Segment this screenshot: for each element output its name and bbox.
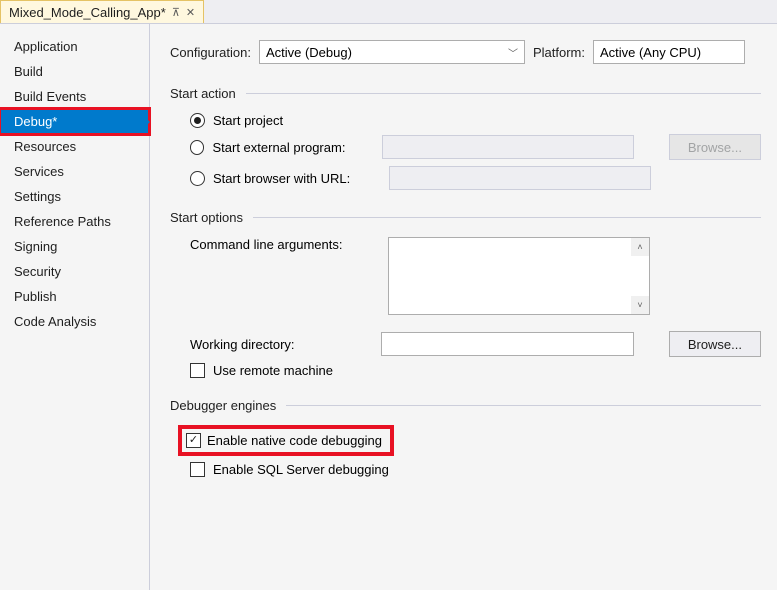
browser-url-field[interactable] [389, 166, 651, 190]
native-debugging-label: Enable native code debugging [207, 433, 382, 448]
platform-dropdown[interactable]: Active (Any CPU) [593, 40, 745, 64]
workdir-label: Working directory: [190, 337, 373, 352]
start-project-label: Start project [213, 113, 283, 128]
native-debugging-checkbox[interactable] [186, 433, 201, 448]
start-external-label: Start external program: [212, 140, 373, 155]
sidebar-item-services[interactable]: Services [0, 159, 149, 184]
sidebar-item-build-events[interactable]: Build Events [0, 84, 149, 109]
sidebar-item-security[interactable]: Security [0, 259, 149, 284]
close-icon[interactable]: ✕ [186, 6, 195, 19]
platform-label: Platform: [533, 45, 585, 60]
start-browser-label: Start browser with URL: [213, 171, 381, 186]
cmdline-textarea[interactable]: ˄ ˅ [388, 237, 650, 315]
external-program-field[interactable] [382, 135, 634, 159]
pin-icon[interactable]: ⊼ [172, 6, 180, 19]
sidebar-item-reference-paths[interactable]: Reference Paths [0, 209, 149, 234]
browse-external-button[interactable]: Browse... [669, 134, 761, 160]
divider [246, 93, 761, 94]
sidebar-item-application[interactable]: Application [0, 34, 149, 59]
sidebar-item-settings[interactable]: Settings [0, 184, 149, 209]
sidebar-item-debug[interactable]: Debug* [0, 109, 149, 134]
start-browser-radio[interactable] [190, 171, 205, 186]
document-tab-bar: Mixed_Mode_Calling_App* ⊼ ✕ [0, 0, 777, 24]
sidebar-item-build[interactable]: Build [0, 59, 149, 84]
sql-debugging-checkbox[interactable] [190, 462, 205, 477]
configuration-label: Configuration: [170, 45, 251, 60]
browse-workdir-button[interactable]: Browse... [669, 331, 761, 357]
tab-title: Mixed_Mode_Calling_App* [9, 5, 166, 20]
chevron-down-icon: ﹀ [508, 45, 518, 60]
native-debugging-highlight: Enable native code debugging [178, 425, 394, 456]
remote-machine-label: Use remote machine [213, 363, 333, 378]
divider [253, 217, 761, 218]
platform-value: Active (Any CPU) [600, 45, 701, 60]
workdir-field[interactable] [381, 332, 634, 356]
document-tab[interactable]: Mixed_Mode_Calling_App* ⊼ ✕ [0, 0, 204, 23]
start-project-radio[interactable] [190, 113, 205, 128]
start-action-header: Start action [170, 86, 236, 101]
configuration-value: Active (Debug) [266, 45, 352, 60]
scroll-down-icon[interactable]: ˅ [631, 296, 649, 314]
remote-machine-checkbox[interactable] [190, 363, 205, 378]
sql-debugging-label: Enable SQL Server debugging [213, 462, 389, 477]
sidebar-item-resources[interactable]: Resources [0, 134, 149, 159]
cmdline-label: Command line arguments: [190, 237, 380, 252]
debug-property-page: Configuration: Active (Debug) ﹀ Platform… [150, 24, 777, 590]
scroll-up-icon[interactable]: ˄ [631, 238, 649, 256]
property-pages-sidebar: Application Build Build Events Debug* Re… [0, 24, 150, 590]
start-options-header: Start options [170, 210, 243, 225]
debugger-engines-header: Debugger engines [170, 398, 276, 413]
sidebar-item-code-analysis[interactable]: Code Analysis [0, 309, 149, 334]
sidebar-item-publish[interactable]: Publish [0, 284, 149, 309]
configuration-dropdown[interactable]: Active (Debug) ﹀ [259, 40, 525, 64]
sidebar-item-signing[interactable]: Signing [0, 234, 149, 259]
start-external-radio[interactable] [190, 140, 204, 155]
divider [286, 405, 761, 406]
